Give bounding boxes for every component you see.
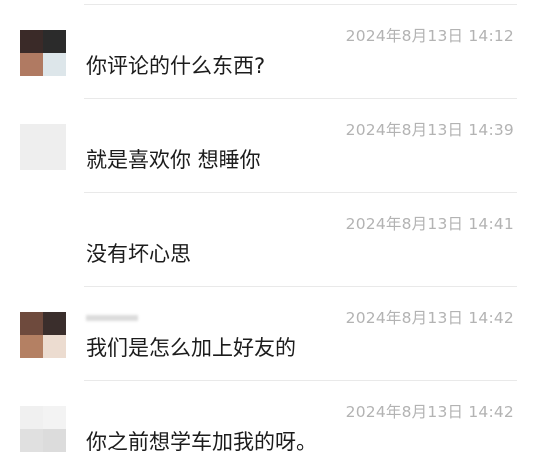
- comment-text: 你评论的什么东西?: [86, 54, 266, 78]
- comment-text: 你之前想学车加我的呀。: [86, 430, 317, 454]
- avatar[interactable]: [20, 218, 66, 264]
- avatar-tile: [20, 429, 43, 452]
- comment-timestamp: 2024年8月13日 14:39: [345, 121, 514, 139]
- comment-text: 没有坏心思: [86, 242, 191, 266]
- username-redacted: [86, 217, 120, 229]
- avatar-tile: [43, 124, 66, 147]
- avatar[interactable]: [20, 406, 66, 452]
- avatar-tile: [20, 218, 43, 241]
- username-redacted: [86, 315, 138, 321]
- avatar[interactable]: [20, 312, 66, 358]
- avatar[interactable]: [20, 124, 66, 170]
- avatar-tile: [20, 406, 43, 429]
- avatar-tile: [43, 218, 66, 241]
- username-redacted: [86, 405, 120, 417]
- comment-item[interactable]: 2024年8月13日 14:39 就是喜欢你 想睡你: [0, 99, 535, 193]
- avatar-tile: [43, 312, 66, 335]
- avatar-tile: [43, 429, 66, 452]
- avatar-tile: [20, 147, 43, 170]
- avatar-tile: [20, 53, 43, 76]
- comment-item[interactable]: 2024年8月13日 14:42 我们是怎么加上好友的: [0, 287, 535, 381]
- avatar-tile: [20, 30, 43, 53]
- username-redacted: [86, 123, 120, 135]
- comment-timestamp: 2024年8月13日 14:12: [345, 27, 514, 45]
- comment-timestamp: 2024年8月13日 14:42: [345, 309, 514, 327]
- avatar-tile: [43, 335, 66, 358]
- avatar-tile: [43, 241, 66, 264]
- comment-list: 2024年8月13日 14:12 你评论的什么东西? 2024年8月13日 14…: [0, 0, 535, 469]
- comment-timestamp: 2024年8月13日 14:42: [345, 403, 514, 421]
- avatar-tile: [20, 124, 43, 147]
- comment-timestamp: 2024年8月13日 14:41: [345, 215, 514, 233]
- comment-item[interactable]: 2024年8月13日 14:42 你之前想学车加我的呀。: [0, 381, 535, 475]
- avatar-tile: [43, 147, 66, 170]
- avatar-tile: [43, 406, 66, 429]
- comment-item[interactable]: 2024年8月13日 14:12 你评论的什么东西?: [0, 5, 535, 99]
- comment-text: 我们是怎么加上好友的: [86, 336, 296, 360]
- avatar-tile: [43, 30, 66, 53]
- avatar-tile: [43, 53, 66, 76]
- avatar-tile: [20, 241, 43, 264]
- avatar-tile: [20, 312, 43, 335]
- comment-text: 就是喜欢你 想睡你: [86, 148, 261, 172]
- comment-item[interactable]: 2024年8月13日 14:41 没有坏心思: [0, 193, 535, 287]
- avatar[interactable]: [20, 30, 66, 76]
- avatar-tile: [20, 335, 43, 358]
